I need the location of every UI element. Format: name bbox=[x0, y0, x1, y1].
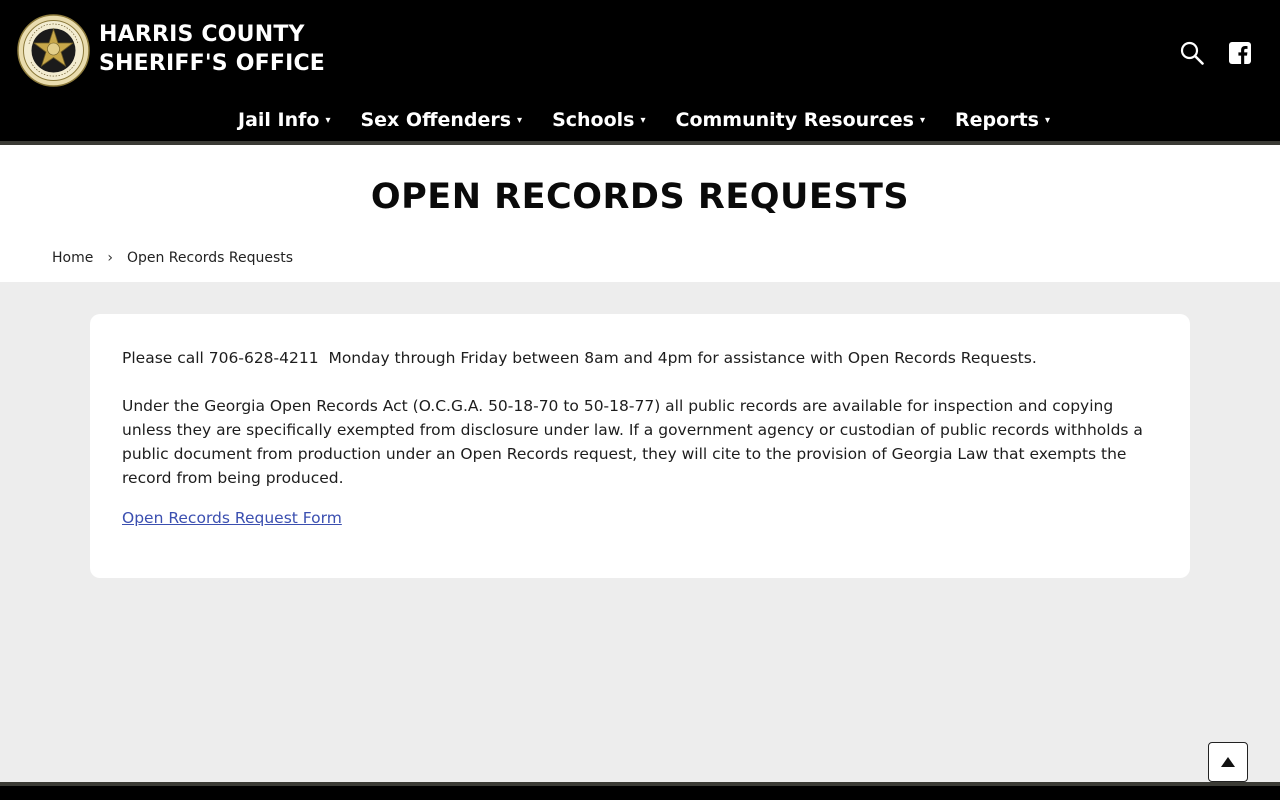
nav-item-label: Schools bbox=[552, 109, 635, 131]
caret-down-icon: ▾ bbox=[517, 115, 523, 126]
nav-item-label: Jail Info bbox=[238, 109, 320, 131]
nav-item-label: Reports bbox=[955, 109, 1039, 131]
main-nav: Jail Info ▾ Sex Offenders ▾ Schools ▾ Co… bbox=[0, 105, 1280, 135]
sheriff-star-icon bbox=[17, 14, 90, 87]
nav-item-reports[interactable]: Reports ▾ bbox=[955, 105, 1050, 135]
nav-item-jail-info[interactable]: Jail Info ▾ bbox=[238, 105, 330, 135]
caret-down-icon: ▾ bbox=[640, 115, 646, 126]
page-title: OPEN RECORDS REQUESTS bbox=[370, 177, 910, 217]
site-title-line1: HARRIS COUNTY bbox=[99, 22, 305, 47]
breadcrumb-current: Open Records Requests bbox=[126, 250, 294, 266]
breadcrumb-home-link[interactable]: Home bbox=[52, 249, 93, 267]
breadcrumb: Home › Open Records Requests bbox=[52, 249, 293, 267]
site-title-line2: SHERIFF'S OFFICE bbox=[99, 51, 326, 76]
contact-paragraph: Please call 706-628-4211 Monday through … bbox=[122, 349, 1037, 367]
open-records-act-paragraph: Under the Georgia Open Records Act (O.C.… bbox=[122, 397, 1143, 487]
footer-divider bbox=[0, 782, 1280, 786]
nav-item-label: Community Resources bbox=[675, 109, 914, 131]
site-header: HARRIS COUNTY SHERIFF'S OFFICE Jail Info… bbox=[0, 0, 1280, 141]
caret-down-icon: ▾ bbox=[1044, 115, 1050, 126]
nav-item-sex-offenders[interactable]: Sex Offenders ▾ bbox=[360, 105, 522, 135]
nav-item-schools[interactable]: Schools ▾ bbox=[552, 105, 645, 135]
open-records-request-form-link[interactable]: Open Records Request Form bbox=[122, 506, 342, 530]
nav-item-community-resources[interactable]: Community Resources ▾ bbox=[676, 105, 926, 135]
sheriff-badge-logo[interactable] bbox=[17, 14, 90, 87]
caret-down-icon: ▾ bbox=[920, 115, 926, 126]
nav-item-label: Sex Offenders bbox=[360, 109, 512, 131]
arrow-up-icon bbox=[1221, 757, 1235, 767]
chevron-right-icon: › bbox=[107, 250, 113, 266]
site-title[interactable]: HARRIS COUNTY SHERIFF'S OFFICE bbox=[99, 20, 325, 78]
facebook-icon[interactable] bbox=[1229, 42, 1251, 64]
caret-down-icon: ▾ bbox=[325, 115, 331, 126]
search-icon[interactable] bbox=[1180, 41, 1204, 65]
back-to-top-button[interactable] bbox=[1208, 742, 1248, 782]
content-card: Please call 706-628-4211 Monday through … bbox=[90, 314, 1190, 578]
